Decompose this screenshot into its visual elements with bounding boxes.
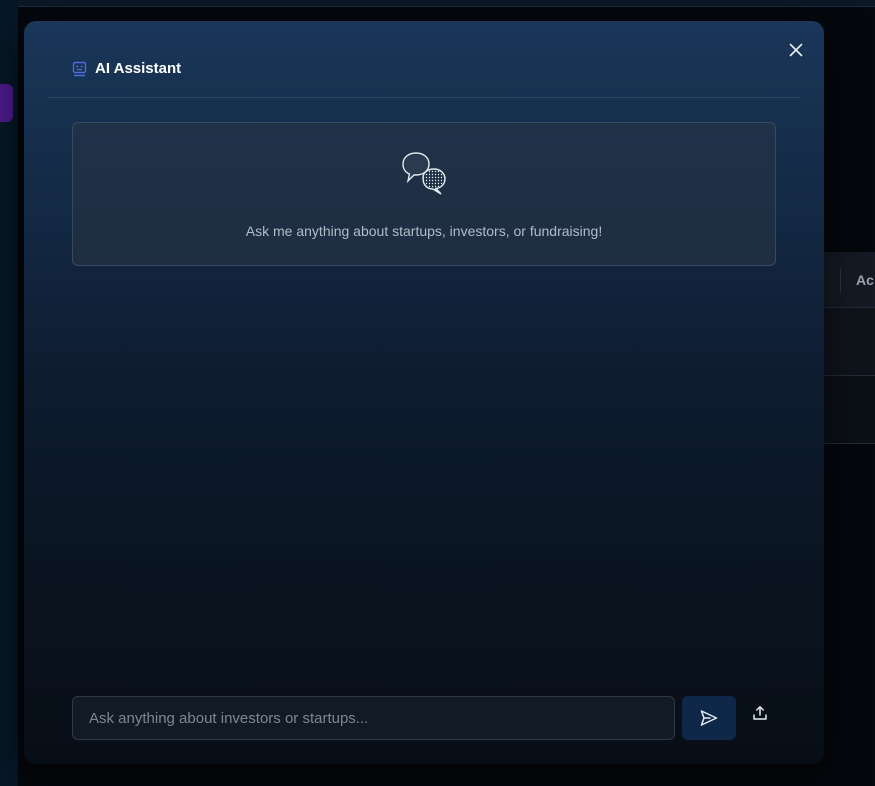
send-icon [700, 710, 718, 726]
modal-title: AI Assistant [95, 60, 182, 77]
robot-icon [72, 61, 87, 77]
close-icon [789, 43, 803, 57]
upload-button[interactable] [749, 702, 771, 724]
chat-input-row [72, 696, 792, 740]
modal-title-group: AI Assistant [72, 60, 181, 77]
background-topbar [18, 0, 875, 7]
upload-icon [753, 706, 767, 720]
send-button[interactable] [682, 696, 736, 740]
chat-input[interactable] [72, 696, 675, 740]
chat-bubbles-icon [400, 150, 450, 200]
welcome-card: Ask me anything about startups, investor… [72, 122, 776, 266]
close-button[interactable] [786, 40, 806, 60]
background-active-tab [0, 84, 13, 122]
background-table-divider [840, 268, 841, 293]
background-column-header: Ac [856, 272, 874, 288]
background-table-row [824, 308, 875, 376]
modal-header: AI Assistant [48, 21, 800, 98]
ai-assistant-modal: AI Assistant Ask me anything about start [24, 21, 824, 764]
background-table-row [824, 376, 875, 444]
welcome-message: Ask me anything about startups, investor… [245, 223, 603, 239]
